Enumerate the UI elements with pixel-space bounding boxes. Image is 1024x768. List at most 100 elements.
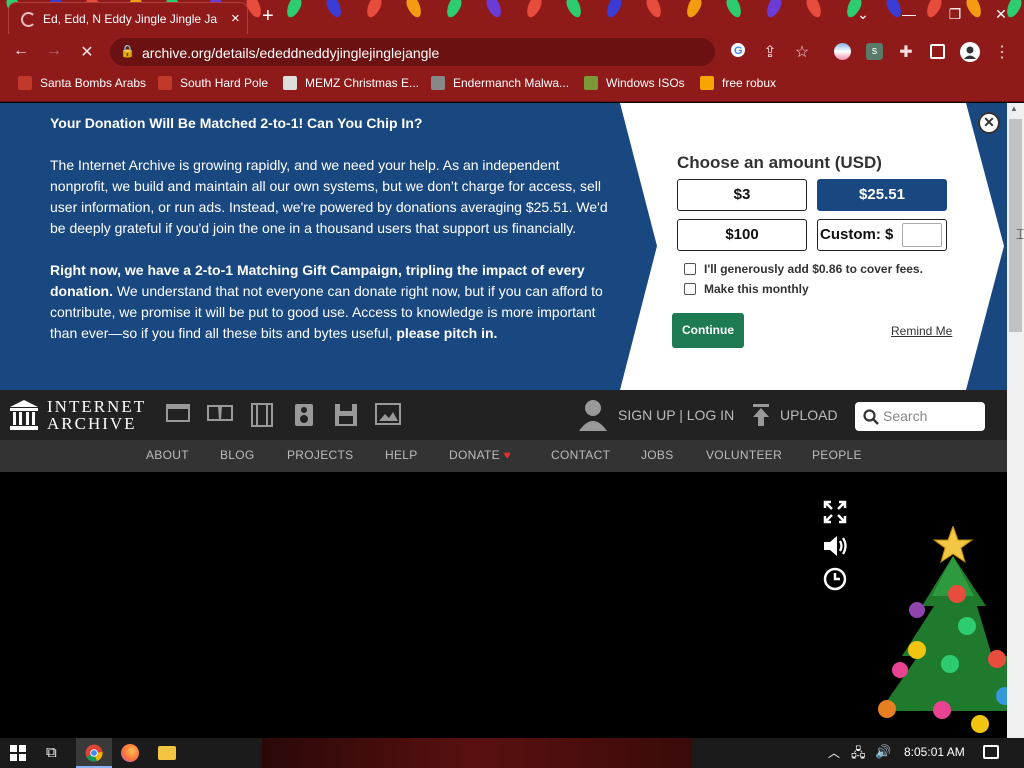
taskbar-clock[interactable]: 8:05:01 AM — [904, 745, 965, 759]
donation-paragraph-1: The Internet Archive is growing rapidly,… — [50, 157, 608, 236]
nav-contact[interactable]: CONTACT — [551, 448, 610, 462]
amount-100-button[interactable]: $100 — [677, 219, 807, 251]
custom-amount-field[interactable]: Custom: $ — [817, 219, 947, 251]
remind-me-link[interactable]: Remind Me — [891, 324, 952, 338]
light-bulb — [643, 0, 665, 20]
nav-about[interactable]: ABOUT — [146, 448, 189, 462]
chrome-icon — [85, 744, 103, 762]
window-close-button[interactable]: ✕ — [986, 6, 1016, 23]
nav-people[interactable]: PEOPLE — [812, 448, 862, 462]
custom-amount-input[interactable] — [902, 223, 942, 247]
monthly-label: Make this monthly — [704, 282, 809, 296]
minimize-button[interactable]: — — [894, 6, 924, 22]
light-bulb — [723, 0, 745, 20]
nav-blog[interactable]: BLOG — [220, 448, 255, 462]
scroll-up-icon[interactable]: ▲ — [1010, 104, 1018, 113]
tab-close-icon[interactable]: × — [231, 10, 240, 27]
raccoon-icon — [431, 76, 445, 90]
url-text: archive.org/details/ededdneddyjinglejing… — [142, 45, 440, 61]
light-bulb — [323, 0, 345, 20]
monthly-checkbox[interactable] — [684, 283, 696, 295]
santa-icon — [18, 76, 32, 90]
snowflake-icon — [158, 76, 172, 90]
ia-logo-icon[interactable] — [10, 400, 38, 435]
nav-volunteer[interactable]: VOLUNTEER — [706, 448, 782, 462]
volume-icon[interactable] — [822, 534, 848, 564]
light-bulb — [523, 0, 545, 20]
signup-login-link[interactable]: SIGN UP | LOG IN — [618, 407, 734, 423]
ia-logo-text[interactable]: INTERNET ARCHIVE — [47, 398, 146, 432]
cover-fees-option[interactable]: I'll generously add $0.86 to cover fees. — [684, 262, 923, 276]
upload-icon[interactable] — [751, 404, 771, 431]
amount-3-button[interactable]: $3 — [677, 179, 807, 211]
fullscreen-icon[interactable] — [822, 500, 848, 530]
extension-s-icon[interactable]: s — [866, 43, 883, 60]
web-icon[interactable] — [165, 403, 191, 427]
donation-heading: Your Donation Will Be Matched 2-to-1! Ca… — [50, 115, 423, 131]
notifications-icon[interactable] — [983, 745, 999, 759]
nav-donate[interactable]: DONATE ♥ — [449, 448, 511, 462]
puzzle-icon[interactable]: ✚ — [895, 42, 917, 62]
nav-jobs[interactable]: JOBS — [641, 448, 674, 462]
audio-icon[interactable] — [291, 403, 317, 427]
network-icon[interactable]: 🖧 — [851, 744, 866, 766]
clock-icon[interactable] — [822, 567, 848, 597]
file-explorer-icon[interactable] — [158, 746, 176, 760]
donation-paragraph-2: Right now, we have a 2-to-1 Matching Gif… — [50, 260, 610, 344]
speaker-icon[interactable]: 🔊 — [875, 744, 891, 760]
new-tab-button[interactable]: + — [262, 5, 274, 28]
bookmark-item[interactable]: Santa Bombs Arabs — [18, 76, 146, 90]
texts-icon[interactable] — [207, 403, 233, 427]
menu-kebab-icon[interactable]: ⋮ — [991, 42, 1013, 62]
browser-tab[interactable]: Ed, Edd, N Eddy Jingle Jingle Jangle × — [8, 2, 248, 34]
bookmark-label: South Hard Pole — [180, 76, 269, 90]
search-input[interactable]: Search — [855, 402, 985, 431]
light-bulb — [363, 0, 385, 20]
tab-search-button[interactable]: ⌄ — [848, 6, 878, 23]
side-panel-icon[interactable] — [930, 44, 945, 59]
mouse-cursor-icon: ⌶ — [1016, 226, 1024, 242]
task-view-icon[interactable]: ⧉ — [46, 744, 57, 761]
choose-amount-label: Choose an amount (USD) — [677, 153, 882, 172]
bookmark-item[interactable]: free robux — [700, 76, 776, 90]
bookmark-label: free robux — [722, 76, 777, 90]
tree-icon — [584, 76, 598, 90]
bookmark-label: Santa Bombs Arabs — [40, 76, 147, 90]
stop-icon[interactable]: ✕ — [76, 42, 98, 62]
bookmark-item[interactable]: South Hard Pole — [158, 76, 268, 90]
upload-link[interactable]: UPLOAD — [780, 407, 838, 423]
chrome-taskbar-item[interactable] — [76, 738, 112, 768]
bookmark-item[interactable]: Endermanch Malwa... — [431, 76, 569, 90]
software-icon[interactable] — [333, 403, 359, 427]
back-icon[interactable]: ← — [10, 42, 32, 60]
user-icon[interactable] — [579, 399, 607, 436]
google-icon[interactable]: G — [727, 42, 749, 63]
images-icon[interactable] — [375, 403, 401, 427]
continue-button[interactable]: Continue — [672, 313, 744, 348]
video-player[interactable] — [0, 472, 1007, 738]
share-icon[interactable]: ⇪ — [759, 42, 781, 62]
profile-icon[interactable] — [960, 42, 980, 62]
nav-help[interactable]: HELP — [385, 448, 418, 462]
video-icon[interactable] — [249, 403, 275, 427]
forward-icon[interactable]: → — [43, 42, 65, 60]
light-bulb — [563, 0, 585, 20]
ph-icon — [700, 76, 714, 90]
bookmark-item[interactable]: Windows ISOs — [584, 76, 685, 90]
show-hidden-icons-icon[interactable]: ︿ — [828, 744, 840, 761]
amount-2551-button[interactable]: $25.51 — [817, 179, 947, 211]
light-bulb — [763, 0, 785, 20]
donation-message: Your Donation Will Be Matched 2-to-1! Ca… — [50, 113, 610, 365]
bookmark-item[interactable]: MEMZ Christmas E... — [283, 76, 419, 90]
banner-close-button[interactable]: ✕ — [978, 112, 1000, 134]
address-bar[interactable]: 🔒 archive.org/details/ededdneddyjingleji… — [110, 38, 715, 66]
firefox-icon[interactable] — [121, 744, 139, 762]
restore-button[interactable]: ❐ — [940, 6, 970, 23]
nav-projects[interactable]: PROJECTS — [287, 448, 353, 462]
monthly-option[interactable]: Make this monthly — [684, 282, 809, 296]
cover-fees-checkbox[interactable] — [684, 263, 696, 275]
start-icon[interactable] — [10, 745, 26, 766]
bookmark-star-icon[interactable]: ☆ — [791, 42, 813, 62]
christmas-tree-decoration — [862, 524, 1014, 743]
extension-flag-icon[interactable] — [834, 43, 851, 60]
